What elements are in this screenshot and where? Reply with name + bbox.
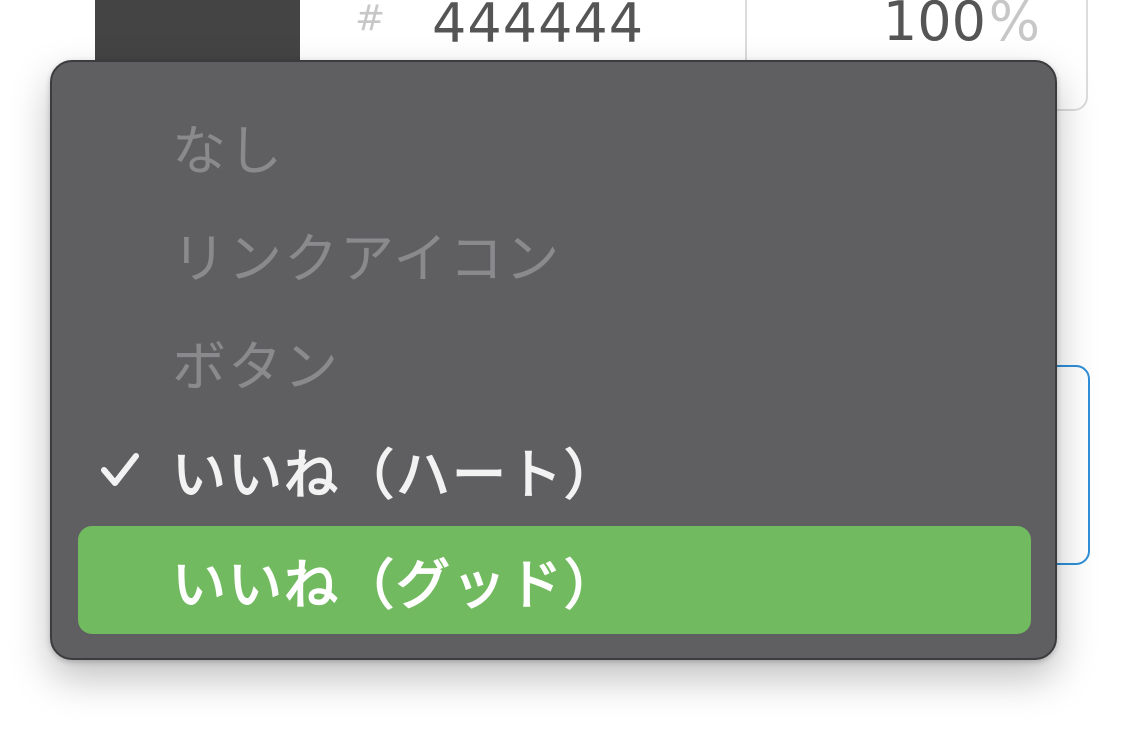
menu-item-button: ボタン	[78, 308, 1031, 416]
menu-item-label: ボタン	[172, 335, 340, 399]
hex-value: 444444	[432, 0, 645, 55]
menu-item-none: なし	[78, 92, 1031, 200]
opacity-unit: %	[988, 0, 1040, 53]
menu-item-label: なし	[172, 119, 284, 183]
menu-item-label: いいね（グッド）	[172, 553, 620, 617]
checkmark-icon	[101, 453, 139, 486]
menu-item-link-icon: リンクアイコン	[78, 200, 1031, 308]
hash-label: #	[355, 0, 386, 39]
menu-item-like-heart[interactable]: いいね（ハート）	[78, 416, 1031, 524]
menu-item-like-good[interactable]: いいね（グッド）	[78, 526, 1031, 634]
dropdown-menu: なし リンクアイコン ボタン いいね（ハート） いいね（グッド）	[50, 60, 1057, 660]
opacity-value: 100	[882, 0, 986, 53]
menu-item-label: リンクアイコン	[172, 227, 562, 291]
menu-item-label: いいね（ハート）	[172, 443, 620, 507]
